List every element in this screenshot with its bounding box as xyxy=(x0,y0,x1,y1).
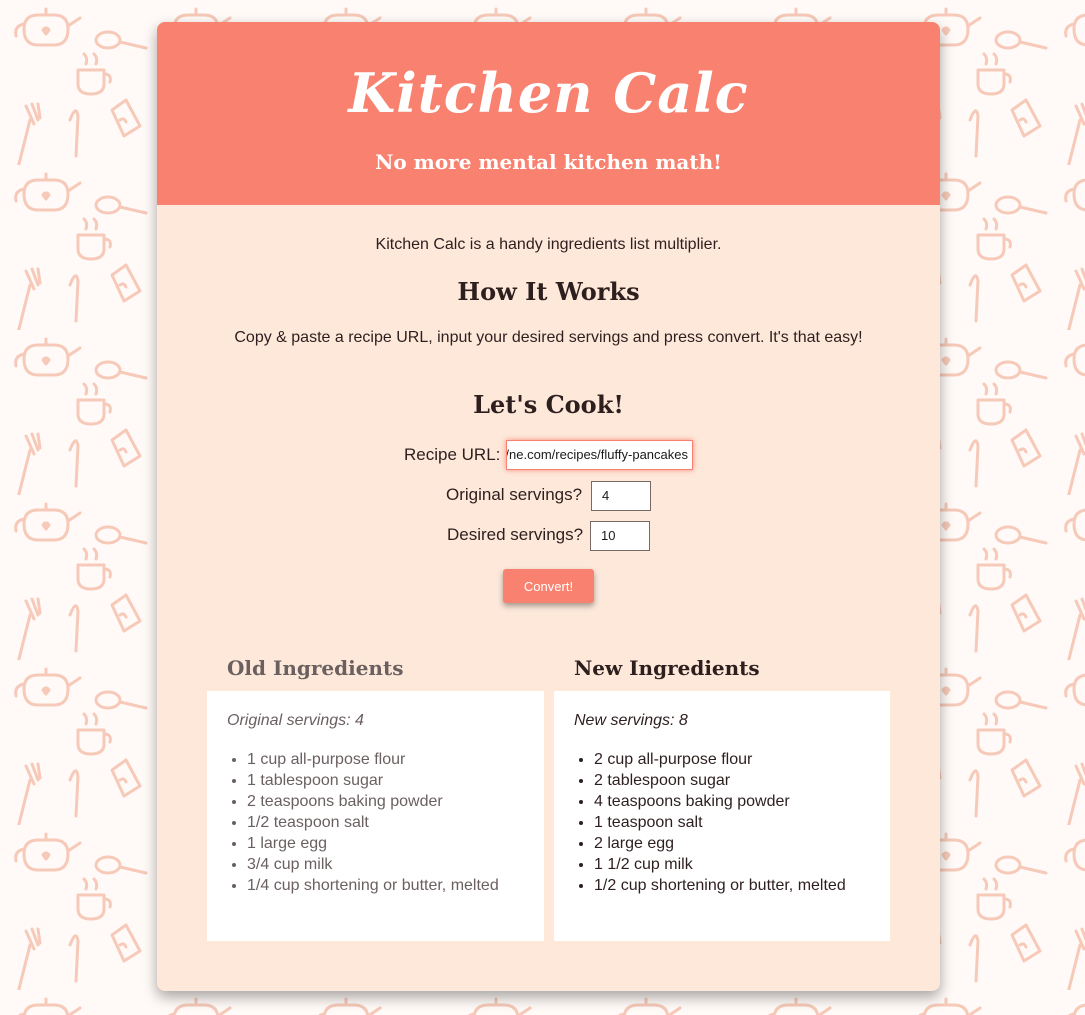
list-item: 4 teaspoons baking powder xyxy=(594,791,870,812)
lets-cook-heading: Let's Cook! xyxy=(473,390,624,419)
list-item: 2 cup all-purpose flour xyxy=(594,749,870,770)
recipe-url-input[interactable]: ne.com/recipes/fluffy-pancakes/ xyxy=(506,440,693,470)
convert-button[interactable]: Convert! xyxy=(503,569,594,603)
new-servings-note: New servings: 8 xyxy=(574,712,688,729)
original-servings-note: Original servings: 4 xyxy=(227,712,364,729)
app-title: Kitchen Calc xyxy=(348,61,749,125)
list-item: 1/2 teaspoon salt xyxy=(247,812,524,833)
how-it-works-heading: How It Works xyxy=(457,277,640,306)
original-servings-input[interactable]: 4 xyxy=(591,481,651,511)
list-item: 3/4 cup milk xyxy=(247,854,524,875)
list-item: 1 1/2 cup milk xyxy=(594,854,870,875)
old-ingredients-list: 1 cup all-purpose flour 1 tablespoon sug… xyxy=(227,749,524,896)
new-ingredients-list: 2 cup all-purpose flour 2 tablespoon sug… xyxy=(574,749,870,896)
new-ingredients-heading: New Ingredients xyxy=(574,656,760,680)
list-item: 2 teaspoons baking powder xyxy=(247,791,524,812)
list-item: 2 tablespoon sugar xyxy=(594,770,870,791)
list-item: 1 large egg xyxy=(247,833,524,854)
intro-text: Kitchen Calc is a handy ingredients list… xyxy=(375,236,722,253)
list-item: 1/2 cup shortening or butter, melted xyxy=(594,875,870,896)
header-banner: Kitchen Calc No more mental kitchen math… xyxy=(157,22,940,205)
old-ingredients-heading: Old Ingredients xyxy=(227,656,404,680)
list-item: 2 large egg xyxy=(594,833,870,854)
app-tagline: No more mental kitchen math! xyxy=(375,150,722,174)
desired-servings-input[interactable]: 10 xyxy=(590,521,650,551)
original-servings-label: Original servings? xyxy=(446,485,583,504)
list-item: 1/4 cup shortening or butter, melted xyxy=(247,875,524,896)
old-ingredients-panel: Original servings: 4 1 cup all-purpose f… xyxy=(207,691,544,941)
list-item: 1 teaspoon salt xyxy=(594,812,870,833)
list-item: 1 cup all-purpose flour xyxy=(247,749,524,770)
desired-servings-label: Desired servings? xyxy=(447,525,584,544)
recipe-url-label: Recipe URL: xyxy=(404,445,501,464)
list-item: 1 tablespoon sugar xyxy=(247,770,524,791)
how-it-works-text: Copy & paste a recipe URL, input your de… xyxy=(234,329,863,346)
new-ingredients-panel: New servings: 8 2 cup all-purpose flour … xyxy=(554,691,890,941)
main-card: Kitchen Calc No more mental kitchen math… xyxy=(157,22,940,991)
